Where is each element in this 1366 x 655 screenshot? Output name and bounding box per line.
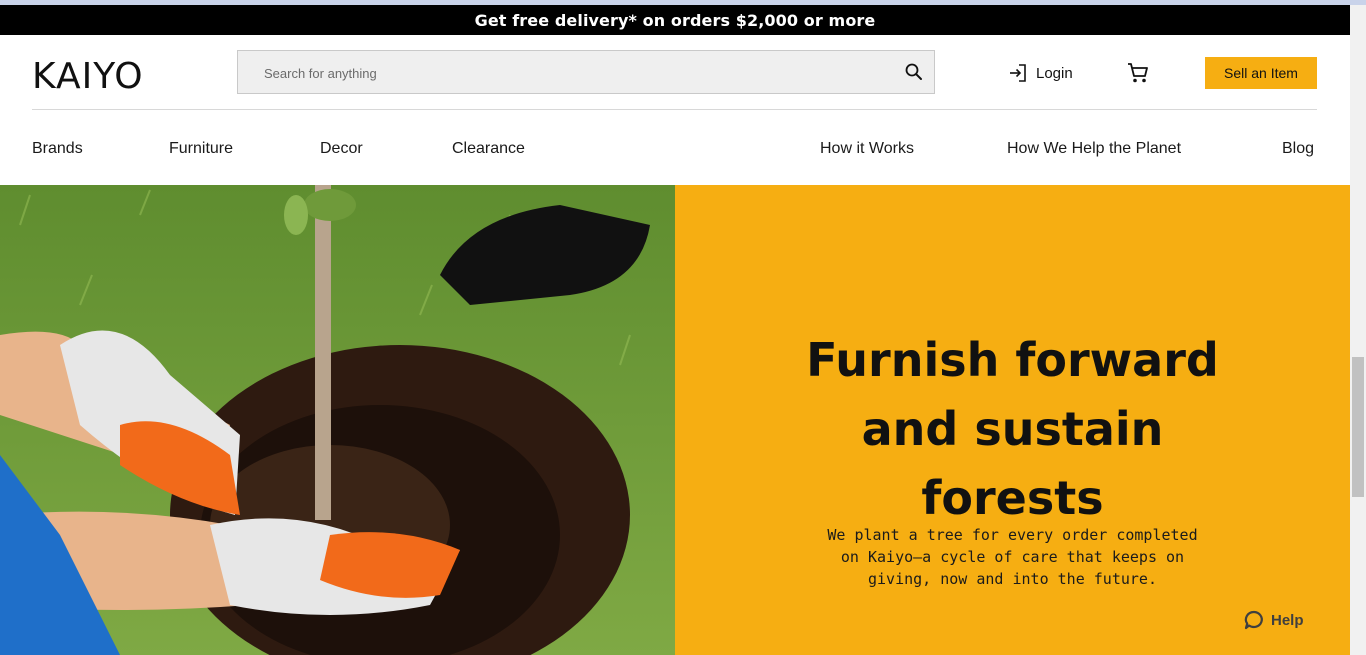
hero-photo-tree-planting (0, 185, 675, 655)
hero-title-line: and sustain (861, 401, 1164, 456)
nav-help-planet[interactable]: How We Help the Planet (1007, 140, 1181, 158)
login-link[interactable]: Login (1008, 63, 1073, 83)
search-icon[interactable] (904, 62, 924, 82)
login-label: Login (1036, 64, 1073, 82)
hero-title-line: forests (921, 470, 1104, 525)
nav-furniture[interactable]: Furniture (169, 140, 233, 158)
hero-subtitle-line: giving, now and into the future. (868, 570, 1157, 588)
scrollbar-thumb[interactable] (1352, 357, 1364, 497)
promo-text: Get free delivery* on orders $2,000 or m… (474, 10, 876, 30)
cart-icon[interactable] (1126, 61, 1150, 85)
hero-panel: Furnish forward and sustain forests We p… (675, 185, 1350, 655)
nav-how-it-works[interactable]: How it Works (820, 140, 914, 158)
hero-subtitle-line: We plant a tree for every order complete… (827, 526, 1198, 544)
kaiyo-logo[interactable]: KAIYO (32, 55, 182, 95)
search-input[interactable] (262, 51, 866, 95)
hero-title: Furnish forward and sustain forests (675, 326, 1350, 533)
page-scrollbar[interactable] (1350, 5, 1366, 655)
hero-subtitle: We plant a tree for every order complete… (795, 524, 1230, 590)
nav-clearance[interactable]: Clearance (452, 140, 525, 158)
help-label: Help (1271, 611, 1304, 629)
svg-text:KAIYO: KAIYO (32, 56, 144, 95)
promo-banner: Get free delivery* on orders $2,000 or m… (0, 5, 1350, 35)
sell-item-button[interactable]: Sell an Item (1205, 57, 1317, 89)
hero-title-line: Furnish forward (806, 332, 1219, 387)
site-header: KAIYO Login Sell an Item Brands Furnitur… (0, 35, 1350, 185)
chat-icon (1244, 610, 1263, 630)
header-divider (32, 109, 1317, 110)
nav-brands[interactable]: Brands (32, 140, 83, 158)
help-chat-button[interactable]: Help (1243, 609, 1304, 631)
login-icon (1010, 64, 1026, 82)
search-bar (237, 50, 935, 95)
hero-subtitle-line: on Kaiyo—a cycle of care that keeps on (840, 548, 1185, 566)
nav-decor[interactable]: Decor (320, 140, 363, 158)
nav-blog[interactable]: Blog (1282, 140, 1314, 158)
